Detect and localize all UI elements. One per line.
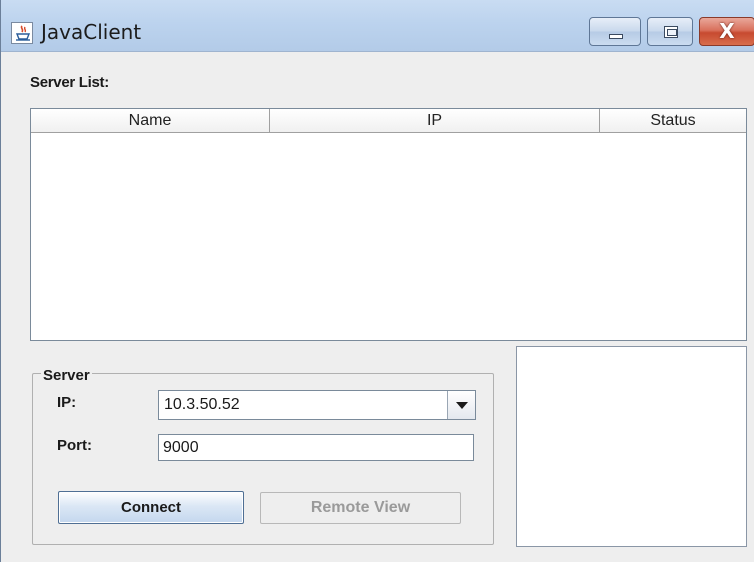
ip-dropdown-button[interactable] [447, 391, 475, 419]
server-table[interactable]: Name IP Status [30, 108, 747, 341]
maximize-button[interactable] [647, 17, 693, 46]
chevron-down-icon [456, 402, 468, 409]
close-icon: X [719, 19, 735, 43]
column-header-ip[interactable]: IP [270, 109, 600, 132]
app-window: JavaClient X Server List: Name IP Status… [0, 0, 754, 562]
close-button[interactable]: X [699, 17, 754, 46]
port-field[interactable]: 9000 [158, 434, 474, 461]
ip-label: IP: [57, 394, 77, 411]
ip-combobox-value: 10.3.50.52 [164, 396, 240, 413]
ip-combobox[interactable]: 10.3.50.52 [158, 390, 476, 420]
column-header-status[interactable]: Status [600, 109, 746, 132]
window-title: JavaClient [41, 20, 142, 44]
title-bar[interactable]: JavaClient X [1, 0, 754, 52]
column-header-name[interactable]: Name [31, 109, 270, 132]
connect-button[interactable]: Connect [58, 491, 244, 524]
remote-view-button[interactable]: Remote View [260, 492, 461, 524]
maximize-icon [664, 26, 678, 38]
server-list-label: Server List: [30, 74, 109, 91]
server-group-title: Server [41, 367, 92, 384]
port-label: Port: [57, 437, 92, 454]
minimize-icon [609, 34, 623, 39]
table-header: Name IP Status [31, 109, 746, 133]
java-cup-icon[interactable] [11, 22, 33, 44]
minimize-button[interactable] [589, 17, 641, 46]
preview-panel [516, 346, 747, 547]
